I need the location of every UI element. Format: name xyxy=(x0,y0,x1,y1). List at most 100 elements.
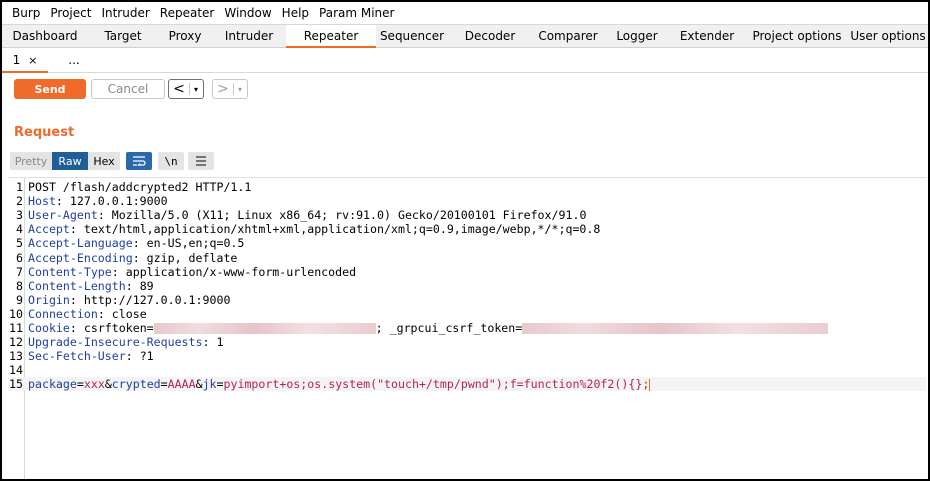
pretty-tab[interactable]: Pretty xyxy=(10,152,52,170)
request-title: Request xyxy=(14,125,75,140)
tab-intruder[interactable]: Intruder xyxy=(212,25,286,47)
newline-toggle-icon[interactable]: \n xyxy=(158,152,184,170)
line-number: 8 xyxy=(16,278,23,293)
header-value: ?1 xyxy=(132,349,154,364)
close-icon[interactable]: × xyxy=(28,54,37,67)
request-line: 14 xyxy=(8,363,926,377)
line-content: Content-Length: 89 xyxy=(28,279,154,293)
header-name: Cookie xyxy=(28,321,70,335)
tab-repeater[interactable]: Repeater xyxy=(286,25,376,48)
header-value: text/html,application/xhtml+xml,applicat… xyxy=(76,222,601,237)
tab-comparer[interactable]: Comparer xyxy=(532,25,604,47)
header-colon: : xyxy=(97,306,105,321)
header-colon: : xyxy=(55,194,63,209)
tab-label: Intruder xyxy=(224,29,274,43)
menu-help[interactable]: Help xyxy=(280,6,317,20)
request-line: 3 User-Agent: Mozilla/5.0 (X11; Linux x86… xyxy=(8,208,926,222)
repeater-tab-more[interactable]: ... xyxy=(48,48,100,72)
line-content: Accept: text/html,application/xhtml+xml,… xyxy=(28,222,600,236)
line-content: Origin: http://127.0.0.1:9000 xyxy=(28,293,230,307)
menu-param-miner[interactable]: Param Miner xyxy=(317,6,402,20)
request-line: 15 package=xxx&crypted=AAAA&jk=pyimport+o… xyxy=(8,377,926,392)
menu-repeater[interactable]: Repeater xyxy=(158,6,223,20)
tab-label: Dashboard xyxy=(12,29,78,43)
hamburger-menu-icon[interactable] xyxy=(188,152,214,170)
param-equals: = xyxy=(160,377,168,392)
line-number: 3 xyxy=(16,208,23,223)
tab-decoder[interactable]: Decoder xyxy=(448,25,532,47)
send-button[interactable]: Send xyxy=(14,79,86,99)
header-colon: : xyxy=(69,321,77,335)
more-tabs-label: ... xyxy=(68,53,80,67)
menu-window[interactable]: Window xyxy=(222,6,279,20)
request-line: 2 Host: 127.0.0.1:9000 xyxy=(8,194,926,208)
tab-label: Project options xyxy=(752,29,842,43)
line-number: 7 xyxy=(16,264,23,279)
tab-logger[interactable]: Logger xyxy=(604,25,670,47)
dropdown-icon[interactable]: ▾ xyxy=(234,85,246,94)
tab-label: 1 xyxy=(12,53,21,67)
header-colon: : xyxy=(69,292,77,307)
back-button[interactable]: < ▾ xyxy=(168,79,204,99)
header-colon: : xyxy=(132,250,140,265)
header-name: User-Agent xyxy=(28,208,98,223)
repeater-tabs: 1 × ... xyxy=(2,48,928,73)
request-line: 8 Content-Length: 89 xyxy=(8,279,926,293)
tab-label: Logger xyxy=(616,29,658,43)
redacted-value xyxy=(153,323,376,334)
line-number: 12 xyxy=(9,335,23,350)
tab-proxy[interactable]: Proxy xyxy=(158,25,212,47)
param-name: package xyxy=(28,377,77,392)
text-cursor xyxy=(649,378,651,391)
forward-button[interactable]: > ▾ xyxy=(212,79,248,99)
header-value: gzip, deflate xyxy=(139,250,238,265)
raw-tab[interactable]: Raw xyxy=(52,152,88,170)
tab-label: Target xyxy=(104,29,142,43)
line-content: package=xxx&crypted=AAAA&jk=pyimport+os;… xyxy=(28,377,651,392)
param-value: xxx xyxy=(83,377,105,392)
tab-label: Comparer xyxy=(538,29,598,43)
tab-label: Repeater xyxy=(303,29,359,43)
header-colon: : xyxy=(97,208,105,223)
dropdown-icon[interactable]: ▾ xyxy=(190,85,202,94)
request-line: 11 Cookie: csrftoken= ; _grpcui_csrf_token… xyxy=(8,321,926,335)
menu-project[interactable]: Project xyxy=(48,6,99,20)
header-value: csrftoken= xyxy=(76,321,154,335)
header-name: Sec-Fetch-User xyxy=(28,349,126,364)
hex-tab[interactable]: Hex xyxy=(88,152,120,170)
tab-sequencer[interactable]: Sequencer xyxy=(376,25,448,47)
request-line: 9 Origin: http://127.0.0.1:9000 xyxy=(8,293,926,307)
header-colon: : xyxy=(132,236,140,251)
tab-user-options[interactable]: User options xyxy=(850,25,926,47)
chevron-right-icon: > xyxy=(217,81,229,97)
repeater-tab-1[interactable]: 1 × xyxy=(2,48,48,73)
header-name: Origin xyxy=(28,292,70,307)
word-wrap-icon[interactable] xyxy=(126,152,152,170)
line-number: 14 xyxy=(9,363,23,378)
line-number: 4 xyxy=(16,222,23,237)
header-name: Content-Length xyxy=(28,278,126,293)
line-content: Host: 127.0.0.1:9000 xyxy=(28,194,168,208)
tab-target[interactable]: Target xyxy=(88,25,158,47)
line-content: POST /flash/addcrypted2 HTTP/1.1 xyxy=(28,180,252,194)
menu-intruder[interactable]: Intruder xyxy=(99,6,157,20)
tab-dashboard[interactable]: Dashboard xyxy=(2,25,88,47)
request-line: 6 Accept-Encoding: gzip, deflate xyxy=(8,251,926,265)
param-equals: = xyxy=(216,377,224,392)
menu-bar: Burp Project Intruder Repeater Window Help Par… xyxy=(2,2,928,24)
tab-extender[interactable]: Extender xyxy=(670,25,744,47)
tab-label: Decoder xyxy=(464,29,516,43)
request-editor[interactable]: 1 POST /flash/addcrypted2 HTTP/1.1 2 Host: … xyxy=(8,177,926,479)
header-value: en-US,en;q=0.5 xyxy=(139,236,245,251)
header-name: Host xyxy=(28,194,56,209)
tab-project-options[interactable]: Project options xyxy=(744,25,850,47)
line-content: User-Agent: Mozilla/5.0 (X11; Linux x86_… xyxy=(28,208,586,222)
line-content: Connection: close xyxy=(28,307,147,321)
line-content: Accept-Language: en-US,en;q=0.5 xyxy=(28,236,244,250)
menu-burp[interactable]: Burp xyxy=(10,6,48,20)
redacted-value xyxy=(522,323,829,334)
cancel-button[interactable]: Cancel xyxy=(91,79,165,99)
line-number: 6 xyxy=(16,250,23,265)
header-colon: : xyxy=(125,278,133,293)
header-value: 127.0.0.1:9000 xyxy=(62,194,168,209)
